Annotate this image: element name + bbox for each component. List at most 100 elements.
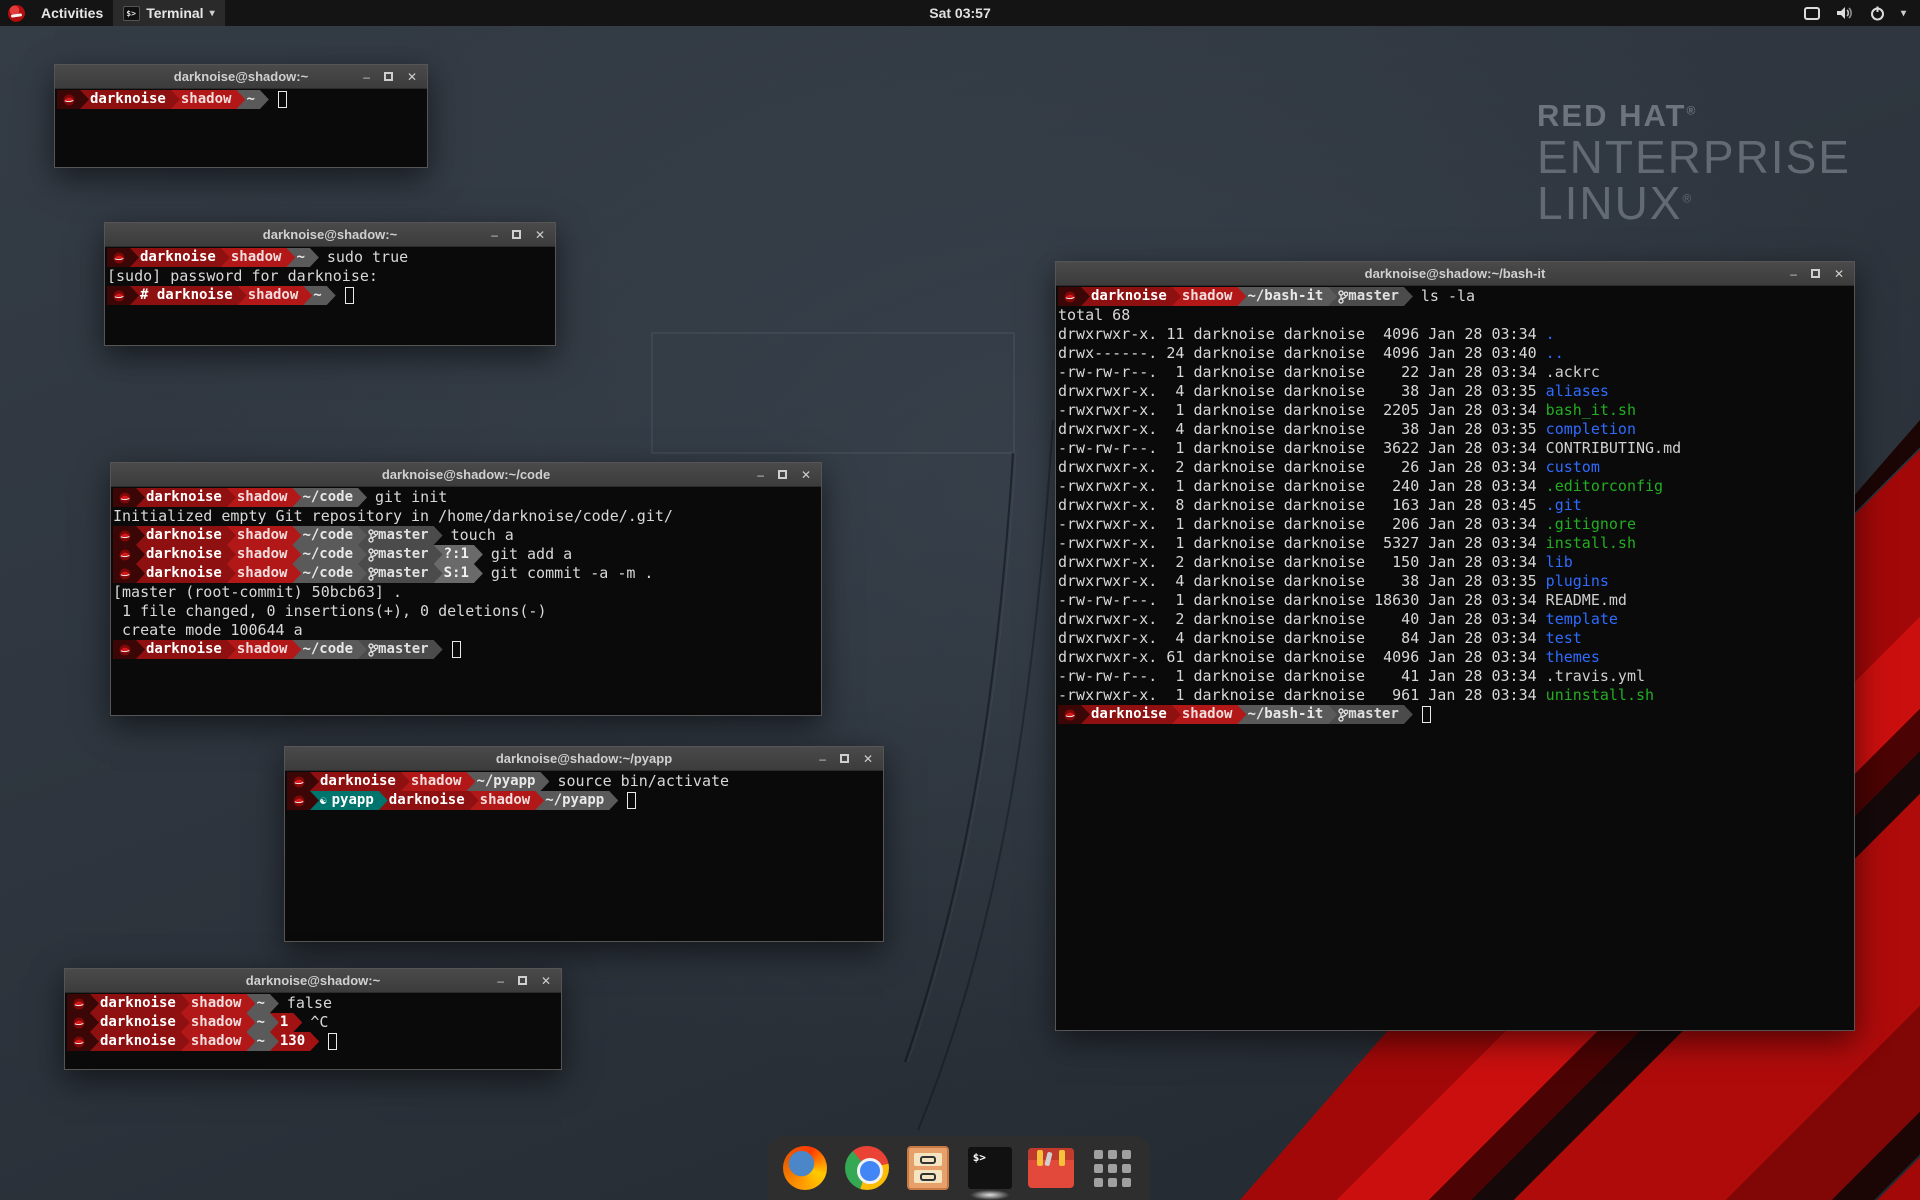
window-buttons: –✕ [363,71,427,83]
prompt-segment-git: master [1328,287,1413,306]
close-button[interactable]: ✕ [535,229,545,241]
terminal-body[interactable]: darknoiseshadow~/bash-itmasterls -latota… [1056,286,1854,725]
minimize-button[interactable]: – [363,71,370,83]
window-titlebar[interactable]: darknoise@shadow:~/bash-it–✕ [1056,262,1854,286]
prompt-segment-host: shadow [1172,287,1247,306]
close-button[interactable]: ✕ [407,71,417,83]
prompt-segment-host: shadow [221,248,296,267]
terminal-body[interactable]: darknoiseshadow~/pyappsource bin/activat… [285,771,883,811]
command-text: ls -la [1421,287,1475,306]
dock-item-terminal[interactable]: $> [966,1144,1014,1192]
distro-icon [119,530,131,542]
file-list-row: drwxrwxr-x. 11 darknoise darknoise 4096 … [1058,325,1852,344]
prompt-line: darknoiseshadow~/codemaster [113,640,819,659]
prompt-segment-host: shadow [227,488,302,507]
terminal-body[interactable]: darknoiseshadow~/codegit initInitialized… [111,487,821,660]
terminal-output-line: [master (root-commit) 50bcb63] . [113,583,819,602]
volume-icon [1836,6,1854,20]
dock-item-chrome[interactable] [843,1144,891,1192]
registered-mark: ® [1686,104,1697,118]
prompt-segment-path: ~/code [292,526,367,545]
clock[interactable]: Sat 03:57 [0,5,1920,21]
prompt-line: darknoiseshadow~/codemaster?:1git add a [113,545,819,564]
dock-item-toolbox[interactable] [1027,1144,1075,1192]
terminal-output-line: create mode 100644 a [113,621,819,640]
firefox-icon [783,1146,827,1190]
prompt-line: darknoiseshadow~/bash-itmasterls -la [1058,287,1852,306]
maximize-button[interactable] [518,976,527,985]
prompt-segment-user: darknoise [80,90,180,109]
maximize-button[interactable] [778,470,787,479]
file-name: template [1546,610,1618,628]
minimize-button[interactable]: – [819,753,826,765]
terminal-body[interactable]: darknoiseshadow~falsedarknoiseshadow~1^C… [65,993,561,1052]
chevron-down-icon: ▾ [1901,8,1906,19]
window-buttons: –✕ [1790,268,1854,280]
prompt-line: darknoiseshadow~ [57,90,425,109]
file-list-row: drwxrwxr-x. 2 darknoise darknoise 150 Ja… [1058,553,1852,572]
dock-item-files[interactable] [904,1144,952,1192]
command-text: source bin/activate [557,772,729,791]
maximize-button[interactable] [840,754,849,763]
prompt-line: # darknoiseshadow~ [107,286,553,305]
prompt-segment-host: shadow [181,1032,256,1051]
window-titlebar[interactable]: darknoise@shadow:~/pyapp–✕ [285,747,883,771]
prompt-segment-path: ~/code [292,545,367,564]
system-status-area[interactable]: ▾ [1804,6,1920,21]
prompt-segment-user: darknoise [1081,705,1181,724]
terminal-window[interactable]: darknoise@shadow:~–✕darknoiseshadow~sudo… [104,222,556,346]
chrome-icon [845,1146,889,1190]
terminal-output-line: total 68 [1058,306,1852,325]
screen-icon [1804,7,1820,20]
terminal-output-line: 1 file changed, 0 insertions(+), 0 delet… [113,602,819,621]
power-icon [1870,6,1885,21]
minimize-button[interactable]: – [1790,268,1797,280]
minimize-button[interactable]: – [491,229,498,241]
maximize-button[interactable] [512,230,521,239]
prompt-segment-host: shadow [227,545,302,564]
file-list-row: -rw-rw-r--. 1 darknoise darknoise 18630 … [1058,591,1852,610]
minimize-button[interactable]: – [757,469,764,481]
terminal-window[interactable]: darknoise@shadow:~–✕darknoiseshadow~fals… [64,968,562,1070]
desktop: RED HAT® ENTERPRISE LINUX® darknoise@sha… [0,0,1920,1200]
prompt-segment-user: darknoise [90,1013,190,1032]
python-icon: ☯ [320,791,327,810]
window-titlebar[interactable]: darknoise@shadow:~/code–✕ [111,463,821,487]
dock-item-firefox[interactable] [781,1144,829,1192]
file-list-row: -rw-rw-r--. 1 darknoise darknoise 3622 J… [1058,439,1852,458]
maximize-button[interactable] [1811,269,1820,278]
file-list-row: -rwxrwxr-x. 1 darknoise darknoise 206 Ja… [1058,515,1852,534]
terminal-window[interactable]: darknoise@shadow:~/pyapp–✕darknoiseshado… [284,746,884,942]
window-titlebar[interactable]: darknoise@shadow:~–✕ [105,223,555,247]
close-button[interactable]: ✕ [863,753,873,765]
app-menu-terminal[interactable]: $> Terminal ▾ [113,0,224,26]
prompt-line: ☯pyappdarknoiseshadow~/pyapp [287,791,881,810]
prompt-segment-host: shadow [181,1013,256,1032]
close-button[interactable]: ✕ [801,469,811,481]
terminal-body[interactable]: darknoiseshadow~sudo true[sudo] password… [105,247,555,306]
window-titlebar[interactable]: darknoise@shadow:~–✕ [55,65,427,89]
terminal-window[interactable]: darknoise@shadow:~/code–✕darknoiseshadow… [110,462,822,716]
distro-icon [293,795,305,807]
prompt-segment-user: darknoise [136,545,236,564]
terminal-body[interactable]: darknoiseshadow~ [55,89,427,110]
distro-icon [73,998,85,1010]
distro-icon [119,568,131,580]
terminal-output-line: Initialized empty Git repository in /hom… [113,507,819,526]
terminal-window[interactable]: darknoise@shadow:~/bash-it–✕darknoisesha… [1055,261,1855,1031]
window-titlebar[interactable]: darknoise@shadow:~–✕ [65,969,561,993]
terminal-window[interactable]: darknoise@shadow:~–✕darknoiseshadow~ [54,64,428,168]
minimize-button[interactable]: – [497,975,504,987]
distro-icon [119,492,131,504]
dock-item-app-grid[interactable] [1089,1144,1137,1192]
command-text: false [287,994,332,1013]
activities-button[interactable]: Activities [31,0,113,26]
app-menu-label: Terminal [146,5,203,21]
maximize-button[interactable] [384,72,393,81]
close-button[interactable]: ✕ [541,975,551,987]
prompt-segment-host: shadow [470,791,545,810]
git-branch-icon [368,643,378,657]
app-grid-icon [1094,1150,1131,1187]
close-button[interactable]: ✕ [1834,268,1844,280]
file-list-row: drwxrwxr-x. 2 darknoise darknoise 40 Jan… [1058,610,1852,629]
